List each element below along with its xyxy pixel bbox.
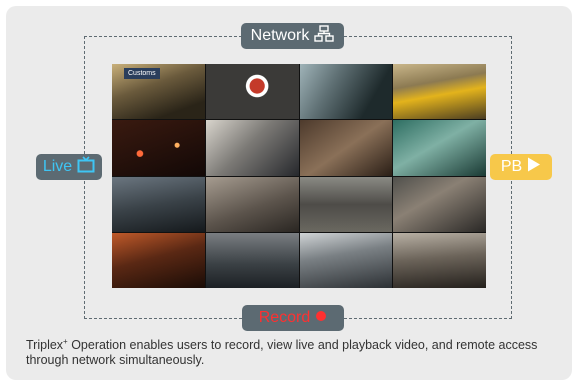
- camera-feed-meeting-table: [299, 120, 393, 176]
- playback-label: PB: [500, 158, 523, 175]
- camera-feed-street-crossing: [299, 176, 393, 232]
- record-dot-icon: [315, 309, 327, 327]
- camera-feed-parking-lot: [112, 176, 205, 232]
- live-label: Live: [42, 158, 73, 175]
- network-badge: Network: [241, 23, 344, 49]
- camera-feed-underground-sign: [205, 64, 299, 120]
- camera-feed-city-street-night: [112, 232, 205, 288]
- play-icon: [527, 157, 541, 177]
- camera-feed-harbor-boats: [205, 232, 299, 288]
- caption-text: Operation enables users to record, view …: [26, 338, 538, 367]
- camera-wall: Customs: [112, 64, 486, 288]
- live-badge: Live: [36, 154, 102, 180]
- customs-sign: Customs: [124, 68, 160, 79]
- record-label: Record: [258, 309, 311, 326]
- camera-feed-atm-keypad: [393, 120, 486, 176]
- caption-brand: Triplex: [26, 338, 64, 352]
- camera-feed-conference-room: [205, 176, 299, 232]
- camera-feed-taxi-street: [393, 64, 486, 120]
- record-badge: Record: [242, 305, 344, 331]
- network-label: Network: [250, 27, 310, 44]
- camera-feed-train-station: [299, 232, 393, 288]
- tv-icon: [77, 156, 95, 178]
- camera-feed-highway-cars: [393, 176, 486, 232]
- camera-feed-pedestrian-walk: [393, 232, 486, 288]
- playback-badge: PB: [490, 154, 552, 180]
- camera-feed-night-traffic: [112, 120, 205, 176]
- network-icon: [314, 25, 335, 47]
- camera-feed-subway-train: [299, 64, 393, 120]
- caption: Triplex+ Operation enables users to reco…: [26, 337, 556, 368]
- camera-feed-station-platform: Customs: [112, 64, 205, 120]
- camera-feed-office-worker: [205, 120, 299, 176]
